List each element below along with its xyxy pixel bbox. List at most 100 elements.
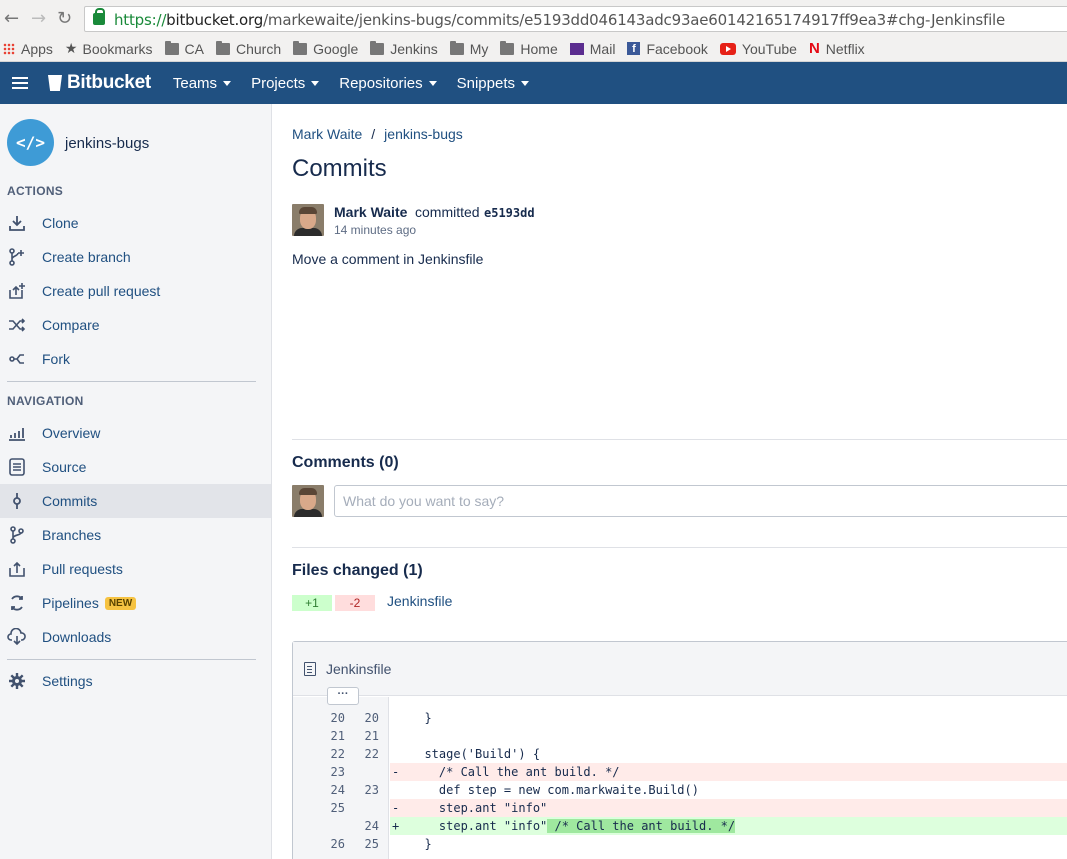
bookmark-church[interactable]: Church <box>215 40 281 57</box>
sidebar-item-overview[interactable]: Overview <box>0 416 271 450</box>
code-line: - step.ant "info" <box>390 799 1067 817</box>
page-title: Commits <box>292 155 387 182</box>
new-line-number[interactable]: 23 <box>349 781 379 799</box>
breadcrumb-repo[interactable]: jenkins-bugs <box>384 126 463 142</box>
breadcrumb-owner[interactable]: Mark Waite <box>292 126 362 142</box>
new-line-number[interactable]: 22 <box>349 745 379 763</box>
bookmark-facebook[interactable]: f Facebook <box>627 41 708 57</box>
new-line-number[interactable]: 24 <box>349 817 379 835</box>
code-text: def step = new com.markwaite.Build() <box>410 783 699 797</box>
nav-snippets[interactable]: Snippets <box>457 75 529 92</box>
forward-arrow-icon[interactable]: → <box>31 8 46 29</box>
bookmark-google[interactable]: Google <box>293 40 358 57</box>
sidebar-item-branches[interactable]: Branches <box>0 518 271 552</box>
star-icon: ★ <box>64 40 78 56</box>
bookmark-bookmarks[interactable]: ★ Bookmarks <box>65 40 153 57</box>
lines-removed-badge: -2 <box>335 595 375 611</box>
bookmark-ca[interactable]: CA <box>164 40 204 57</box>
folder-icon <box>293 40 308 55</box>
repo-avatar[interactable]: </> <box>7 119 54 166</box>
netflix-icon: N <box>808 40 820 57</box>
commit-icon <box>7 491 27 511</box>
folder-icon <box>370 40 385 55</box>
bookmark-netflix[interactable]: N Netflix <box>809 40 865 57</box>
bitbucket-logo[interactable]: Bitbucket <box>48 72 151 94</box>
breadcrumb: Mark Waite / jenkins-bugs <box>292 126 463 142</box>
new-line-number[interactable]: 25 <box>349 835 379 853</box>
old-line-number[interactable]: 23 <box>315 763 345 781</box>
commit-author[interactable]: Mark Waite <box>334 204 407 220</box>
reload-icon[interactable]: ↻ <box>57 8 72 29</box>
folder-icon <box>215 40 230 55</box>
new-line-number[interactable]: 20 <box>349 709 379 727</box>
sidebar-item-fork[interactable]: Fork <box>0 342 271 376</box>
chart-icon <box>7 423 27 443</box>
sidebar-item-downloads[interactable]: Downloads <box>0 620 271 654</box>
changed-file-link[interactable]: Jenkinsfile <box>387 593 452 609</box>
hamburger-menu-icon[interactable] <box>12 77 28 89</box>
current-user-avatar <box>292 485 324 517</box>
diff-line: 24 23 def step = new com.markwaite.Build(… <box>293 781 1067 799</box>
sidebar-item-compare[interactable]: Compare <box>0 308 271 342</box>
bookmark-youtube[interactable]: YouTube <box>719 41 797 57</box>
caret-down-icon <box>223 80 232 86</box>
nav-teams[interactable]: Teams <box>173 75 232 92</box>
cloud-download-icon <box>7 627 27 647</box>
download-icon <box>7 213 27 233</box>
old-line-number[interactable]: 26 <box>315 835 345 853</box>
sidebar-item-clone[interactable]: Clone <box>0 206 271 240</box>
bookmark-home[interactable]: Home <box>500 40 558 57</box>
nav-repositories[interactable]: Repositories <box>339 75 437 92</box>
files-changed-title: Files changed (1) <box>292 562 423 579</box>
sidebar-item-pipelines[interactable]: Pipelines NEW <box>0 586 271 620</box>
old-line-number[interactable]: 20 <box>315 709 345 727</box>
old-line-number[interactable]: 22 <box>315 745 345 763</box>
diff-filename[interactable]: Jenkinsfile <box>326 661 391 677</box>
mail-icon <box>569 42 584 55</box>
comment-input[interactable] <box>334 485 1067 517</box>
old-line-number[interactable]: 25 <box>315 799 345 817</box>
sidebar-item-create-pull-request[interactable]: Create pull request <box>0 274 271 308</box>
bookmark-mail[interactable]: Mail <box>569 41 615 57</box>
code-text: step.ant "info" /* Call the ant build. *… <box>410 819 736 833</box>
fork-icon <box>7 349 27 369</box>
address-bar[interactable]: https://bitbucket.org/markewaite/jenkins… <box>84 6 1067 32</box>
code-text: /* Call the ant build. */ <box>410 765 620 779</box>
url-text[interactable]: https://bitbucket.org/markewaite/jenkins… <box>114 11 1005 29</box>
sidebar-item-commits[interactable]: Commits <box>0 484 271 518</box>
divider <box>292 547 1067 548</box>
pull-request-icon <box>7 559 27 579</box>
back-arrow-icon[interactable]: ← <box>4 8 19 29</box>
nav-projects[interactable]: Projects <box>251 75 320 92</box>
diff-header: Jenkinsfile <box>293 642 1067 696</box>
folder-icon <box>164 40 179 55</box>
commit-message: Move a comment in Jenkinsfile <box>292 251 484 267</box>
document-icon <box>7 457 27 477</box>
sidebar-item-source[interactable]: Source <box>0 450 271 484</box>
author-avatar[interactable] <box>292 204 324 236</box>
bookmark-apps[interactable]: Apps <box>3 41 53 57</box>
sidebar-item-pull-requests[interactable]: Pull requests <box>0 552 271 586</box>
expand-context-button[interactable]: ··· <box>327 687 359 705</box>
sidebar-item-settings[interactable]: Settings <box>0 664 271 698</box>
sidebar-item-create-branch[interactable]: Create branch <box>0 240 271 274</box>
sidebar-divider <box>7 381 256 382</box>
repo-name[interactable]: jenkins-bugs <box>65 135 149 152</box>
code-text: stage('Build') { <box>410 747 541 761</box>
new-line-number[interactable]: 21 <box>349 727 379 745</box>
sidebar: </> jenkins-bugs ACTIONS Clone Create br… <box>0 104 272 859</box>
diff-line: 23 - /* Call the ant build. */ <box>293 763 1067 781</box>
code-line: } <box>390 835 1067 853</box>
bookmark-my[interactable]: My <box>449 40 488 57</box>
code-line: - /* Call the ant build. */ <box>390 763 1067 781</box>
youtube-icon <box>719 42 736 55</box>
old-line-number[interactable]: 21 <box>315 727 345 745</box>
code-highlight: /* Call the ant build. */ <box>547 819 736 833</box>
diff-marker: + <box>392 819 400 833</box>
old-line-number[interactable]: 24 <box>315 781 345 799</box>
gear-icon <box>7 671 27 691</box>
caret-down-icon <box>428 80 437 86</box>
commit-verb: committed <box>415 204 480 220</box>
bookmark-jenkins[interactable]: Jenkins <box>370 40 438 57</box>
